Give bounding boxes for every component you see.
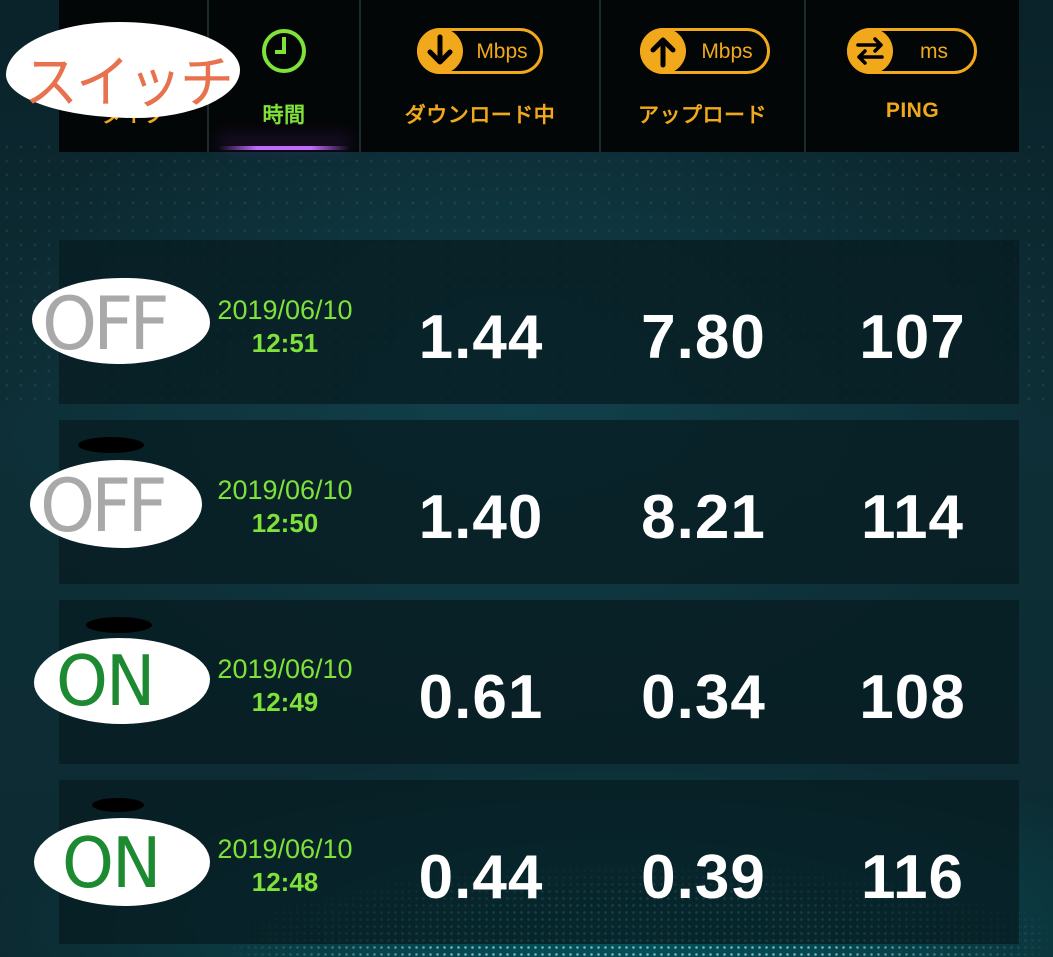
upload-value: 0.34 xyxy=(641,663,766,732)
ping-value: 108 xyxy=(859,663,966,732)
result-datetime: 2019/06/10 12:49 xyxy=(209,653,361,719)
ping-unit-pill: ms xyxy=(847,28,977,74)
upload-unit-pill: Mbps xyxy=(640,28,770,74)
tab-upload-label: アップロード xyxy=(638,104,767,127)
result-date: 2019/06/10 xyxy=(217,475,353,505)
tab-download-label: ダウンロード中 xyxy=(404,104,556,127)
ping-unit: ms xyxy=(920,40,948,63)
annotation-black-mark xyxy=(92,798,144,812)
ping-value: 107 xyxy=(859,303,966,372)
result-date: 2019/06/10 xyxy=(217,834,353,864)
tab-ping[interactable]: ms PING xyxy=(806,0,1019,152)
result-time: 12:50 xyxy=(251,508,319,538)
result-date: 2019/06/10 xyxy=(217,654,353,684)
result-time: 12:49 xyxy=(251,687,319,717)
result-date: 2019/06/10 xyxy=(217,295,353,325)
tab-ping-label: PING xyxy=(885,99,940,122)
annotation-switch-state: OFF xyxy=(40,462,168,550)
tab-upload[interactable]: Mbps アップロード xyxy=(601,0,806,152)
download-unit-pill: Mbps xyxy=(417,28,543,74)
download-value: 0.44 xyxy=(418,843,544,912)
download-value: 1.44 xyxy=(418,303,544,372)
ping-value: 116 xyxy=(860,843,965,912)
annotation-black-mark xyxy=(86,617,152,633)
upload-unit: Mbps xyxy=(701,40,753,63)
arrow-down-icon xyxy=(427,34,453,65)
annotation-switch-state: OFF xyxy=(42,280,170,368)
tab-download[interactable]: Mbps ダウンロード中 xyxy=(361,0,601,152)
download-unit: Mbps xyxy=(476,40,528,63)
arrow-up-icon xyxy=(650,37,676,68)
annotation-switch-text: スイッチ xyxy=(24,49,234,116)
annotation-switch-state: ON xyxy=(56,641,155,722)
download-value: 0.61 xyxy=(418,663,544,732)
ping-value: 114 xyxy=(860,483,965,552)
download-value: 1.40 xyxy=(418,483,544,552)
result-time: 12:51 xyxy=(251,328,319,358)
result-datetime: 2019/06/10 12:48 xyxy=(209,833,361,899)
swap-arrows-icon xyxy=(856,37,884,65)
upload-value: 8.21 xyxy=(641,483,766,552)
result-datetime: 2019/06/10 12:51 xyxy=(209,294,361,360)
annotation-black-mark xyxy=(78,437,144,453)
upload-value: 0.39 xyxy=(641,843,766,912)
upload-value: 7.80 xyxy=(641,303,766,372)
annotation-switch-state: ON xyxy=(62,823,161,904)
speed-test-history-screen: タイプ 時間 Mbps ダウンロード中 xyxy=(0,0,1053,957)
result-datetime: 2019/06/10 12:50 xyxy=(209,474,361,540)
result-row[interactable]: 2019/06/10 12:50 1.40 8.21 114 xyxy=(59,420,1019,584)
clock-icon xyxy=(262,29,306,73)
result-time: 12:48 xyxy=(251,867,319,897)
